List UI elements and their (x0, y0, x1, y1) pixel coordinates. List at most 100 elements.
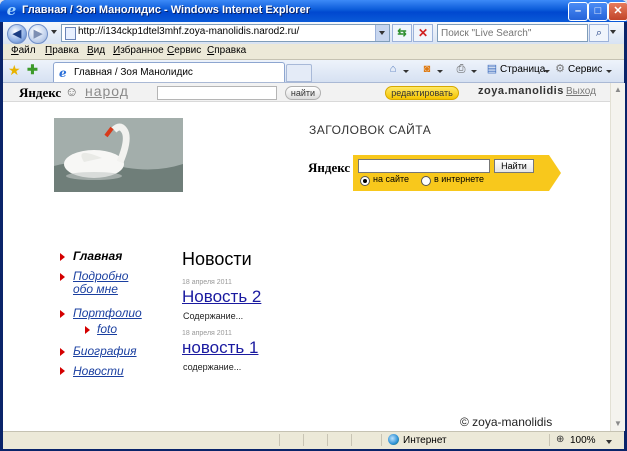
address-dropdown-button[interactable] (375, 25, 389, 41)
nav-arrow-icon (60, 273, 65, 281)
nav-arrow-icon (60, 253, 65, 261)
search-options-dropdown-icon[interactable] (610, 30, 616, 34)
status-divider (549, 434, 550, 446)
back-button[interactable]: ◀ (7, 24, 27, 44)
news-body: Содержание... (183, 311, 244, 321)
browser-chrome: ◀ ▶ http://i134ckp1dtel3mhf.zoya-manolid… (3, 22, 625, 449)
tools-dropdown-icon[interactable] (606, 70, 612, 73)
vertical-scrollbar[interactable]: ▲ ▼ (610, 83, 625, 431)
menu-tools[interactable]: Сервис (167, 45, 201, 56)
status-divider (381, 434, 382, 446)
news-date: 18 апреля 2011 (182, 279, 232, 286)
add-favorite-icon[interactable]: ✚ (27, 62, 38, 78)
page-viewport: Яндекс ☺ народ найти редактировать zoya.… (3, 83, 610, 431)
page-menu-button[interactable]: Страница (500, 64, 545, 75)
site-title: ЗАГОЛОВОК САЙТА (309, 123, 432, 137)
people-icon: ☺ (65, 84, 79, 99)
yandex-logo[interactable]: Яндекс (19, 85, 61, 101)
swan-photo (54, 118, 183, 192)
radio-on-site[interactable] (360, 176, 370, 186)
menu-favorites[interactable]: Избранное (113, 45, 164, 56)
status-bar: Интернет ⊕ 100% (3, 431, 624, 449)
new-tab-button[interactable] (286, 64, 312, 82)
status-divider (303, 434, 304, 446)
nav-arrow-icon (60, 310, 65, 318)
username[interactable]: zoya.manolidis (478, 85, 564, 97)
nav-arrow-icon (60, 348, 65, 356)
nav-item-foto[interactable]: foto (97, 323, 117, 336)
window-title: Главная / Зоя Манолидис - Windows Intern… (22, 4, 310, 16)
print-icon[interactable]: ⎙ (454, 62, 468, 76)
news-heading: Новости (182, 249, 252, 269)
menu-edit[interactable]: Правка (45, 45, 79, 56)
zoom-dropdown-icon[interactable] (606, 440, 612, 444)
favorites-star-icon[interactable]: ★ (8, 62, 21, 78)
zoom-level[interactable]: 100% (570, 435, 596, 446)
home-icon[interactable]: ⌂ (386, 62, 400, 76)
home-dropdown-icon[interactable] (403, 70, 409, 73)
feeds-dropdown-icon[interactable] (437, 70, 443, 73)
narod-toolbar: Яндекс ☺ народ найти редактировать zoya.… (3, 83, 610, 102)
feeds-icon[interactable]: ◙ (420, 62, 434, 76)
live-search-input[interactable] (438, 25, 588, 41)
browser-window: e Главная / Зоя Манолидис - Windows Inte… (0, 0, 627, 451)
nav-item-biography[interactable]: Биография (73, 345, 137, 358)
internet-zone-icon (388, 434, 399, 445)
search-icon[interactable]: ⌕ (589, 24, 609, 42)
status-divider (327, 434, 328, 446)
close-button[interactable]: ✕ (608, 2, 627, 21)
page-icon (65, 27, 76, 40)
radio-internet-label[interactable]: в интернете (434, 174, 484, 184)
page-dropdown-icon[interactable] (544, 70, 550, 73)
yandex-search-button[interactable]: Найти (494, 159, 534, 173)
menu-bar: Файл Правка Вид Избранное Сервис Справка (3, 44, 624, 60)
status-divider (279, 434, 280, 446)
news-title-link[interactable]: Новость 2 (182, 287, 261, 307)
address-toolbar: ◀ ▶ http://i134ckp1dtel3mhf.zoya-manolid… (3, 22, 624, 44)
tab-label: Главная / Зоя Манолидис (74, 67, 193, 78)
title-bar: e Главная / Зоя Манолидис - Windows Inte… (0, 0, 627, 22)
yandex-search-input[interactable] (358, 159, 490, 173)
address-bar[interactable]: http://i134ckp1dtel3mhf.zoya-manolidis.n… (61, 24, 390, 42)
nav-item-about-line2[interactable]: обо мне (73, 283, 118, 296)
stop-button[interactable]: ✕ (413, 24, 433, 42)
nav-item-home[interactable]: Главная (73, 250, 122, 263)
logout-link[interactable]: Выход (566, 86, 596, 97)
radio-internet[interactable] (421, 176, 431, 186)
tools-menu-button[interactable]: Сервис (568, 64, 602, 75)
radio-on-site-label[interactable]: на сайте (373, 174, 409, 184)
edit-site-button[interactable]: редактировать (385, 86, 459, 100)
nav-item-portfolio[interactable]: Портфолио (73, 307, 142, 320)
print-dropdown-icon[interactable] (471, 70, 477, 73)
nav-item-news[interactable]: Новости (73, 365, 124, 378)
history-dropdown-icon[interactable] (51, 30, 57, 34)
narod-find-button[interactable]: найти (285, 86, 321, 100)
forward-button[interactable]: ▶ (28, 24, 48, 44)
tab-active[interactable]: e Главная / Зоя Манолидис (53, 62, 285, 82)
menu-view[interactable]: Вид (87, 45, 105, 56)
news-title-link[interactable]: новость 1 (182, 338, 258, 358)
yandex-search-logo: Яндекс (308, 160, 351, 175)
scroll-up-icon[interactable]: ▲ (612, 84, 624, 96)
tools-gear-icon: ⚙ (555, 63, 565, 75)
narod-search-input[interactable] (157, 86, 277, 100)
tab-ie-icon: e (59, 66, 67, 80)
scroll-down-icon[interactable]: ▼ (612, 418, 624, 430)
menu-help[interactable]: Справка (207, 45, 246, 56)
minimize-button[interactable]: – (568, 2, 588, 21)
address-url[interactable]: http://i134ckp1dtel3mhf.zoya-manolidis.n… (78, 26, 299, 37)
news-date: 18 апреля 2011 (182, 330, 232, 337)
narod-logo[interactable]: народ (85, 83, 129, 99)
maximize-button[interactable]: □ (588, 2, 608, 21)
live-search-box[interactable] (437, 24, 588, 42)
security-zone[interactable]: Интернет (403, 435, 447, 446)
page-menu-icon: ▤ (486, 63, 498, 75)
menu-file[interactable]: Файл (11, 45, 36, 56)
ie-logo-icon: e (6, 1, 17, 19)
status-divider (351, 434, 352, 446)
refresh-button[interactable]: ⇆ (392, 24, 412, 42)
swan-illustration (54, 118, 183, 192)
yandex-search-arrow (549, 155, 561, 191)
tab-toolbar: ★ ✚ e Главная / Зоя Манолидис ⌂ ◙ ⎙ ▤ Ст… (3, 60, 624, 83)
zoom-icon[interactable]: ⊕ (556, 434, 564, 445)
